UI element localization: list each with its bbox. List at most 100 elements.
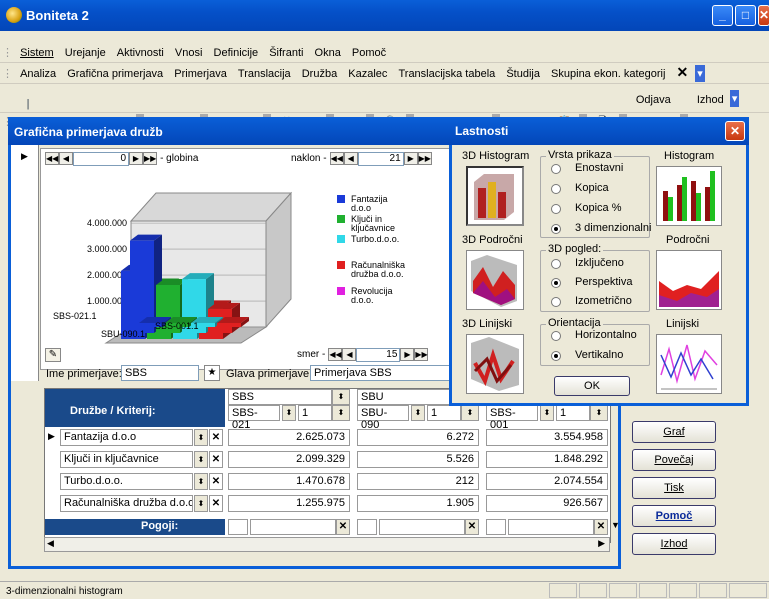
- menu-urejanje[interactable]: Urejanje: [61, 43, 110, 59]
- column-code-dropdown-icon[interactable]: ⬍: [540, 405, 554, 421]
- direction-first-button[interactable]: ◀◀: [328, 348, 343, 361]
- column-n-field[interactable]: 1: [427, 405, 461, 421]
- column-group-field[interactable]: SBS: [228, 389, 332, 405]
- company-name-cell[interactable]: Ključi in ključavnice: [60, 451, 193, 468]
- menu-sistem[interactable]: Sistem: [16, 43, 58, 59]
- column-n-field[interactable]: 1: [298, 405, 332, 421]
- izhod-button[interactable]: Izhod: [632, 533, 716, 555]
- company-name-cell[interactable]: Računalniška družba d.o.o.: [60, 495, 193, 512]
- condition-operator-field[interactable]: [228, 519, 248, 535]
- direction-next-button[interactable]: ▶: [400, 348, 415, 361]
- thumb-3d-histogram[interactable]: [466, 166, 524, 226]
- graf-button[interactable]: Graf: [632, 421, 716, 443]
- orientation-radio[interactable]: [551, 351, 561, 361]
- company-dropdown-icon[interactable]: ⬍: [194, 451, 208, 468]
- name-star-button[interactable]: ★: [204, 365, 220, 381]
- tilt-first-button[interactable]: ◀◀: [329, 152, 344, 165]
- company-dropdown-icon[interactable]: ⬍: [194, 495, 208, 512]
- head-input[interactable]: Primerjava SBS: [310, 365, 452, 381]
- quickbar-close-icon[interactable]: ✕: [672, 63, 692, 81]
- quick-druzba[interactable]: Družba: [298, 64, 341, 80]
- display-type-radio[interactable]: [551, 164, 561, 174]
- depth-first-button[interactable]: ◀◀: [45, 152, 59, 165]
- condition-value-field[interactable]: [379, 519, 465, 535]
- column-n-dropdown-icon[interactable]: ⬍: [461, 405, 479, 421]
- quickbar-overflow-icon[interactable]: ▾: [695, 65, 705, 82]
- thumb-line[interactable]: [656, 334, 722, 394]
- quick-kazalec[interactable]: Kazalec: [344, 64, 391, 80]
- thumb-3d-area[interactable]: [466, 250, 524, 310]
- quick-skupina[interactable]: Skupina ekon. kategorij: [547, 64, 669, 80]
- izhod-toolbar-button[interactable]: Izhod: [694, 90, 727, 110]
- menu-definicije[interactable]: Definicije: [210, 43, 263, 59]
- quick-analiza[interactable]: Analiza: [16, 64, 60, 80]
- odjava-button[interactable]: Odjava: [633, 90, 674, 110]
- condition-operator-field[interactable]: [486, 519, 506, 535]
- column-group-field[interactable]: SBU: [357, 389, 461, 405]
- toolbar-overflow-icon[interactable]: ▾: [729, 90, 740, 107]
- scroll-down-icon[interactable]: ▼: [611, 520, 620, 530]
- view-3d-radio[interactable]: [551, 278, 561, 288]
- thumb-3d-line[interactable]: [466, 334, 524, 394]
- menu-vnosi[interactable]: Vnosi: [171, 43, 207, 59]
- depth-prev-button[interactable]: ◀: [59, 152, 73, 165]
- tisk-button[interactable]: Tisk: [632, 477, 716, 499]
- column-code-field[interactable]: SBS-021: [228, 405, 280, 431]
- menu-aktivnosti[interactable]: Aktivnosti: [113, 43, 168, 59]
- menu-okna[interactable]: Okna: [311, 43, 345, 59]
- quick-graficna-primerjava[interactable]: Grafična primerjava: [63, 64, 167, 80]
- minimize-button[interactable]: _: [712, 5, 733, 26]
- condition-clear-icon[interactable]: ✕: [594, 519, 608, 535]
- column-code-field[interactable]: SBU-090: [357, 405, 409, 431]
- orientation-radio[interactable]: [551, 331, 561, 341]
- display-type-radio[interactable]: [551, 184, 561, 194]
- quick-primerjava[interactable]: Primerjava: [170, 64, 231, 80]
- menu-pomoc[interactable]: Pomoč: [348, 43, 390, 59]
- maximize-button[interactable]: □: [735, 5, 756, 26]
- company-remove-icon[interactable]: ✕: [209, 495, 223, 512]
- column-code-dropdown-icon[interactable]: ⬍: [282, 405, 296, 421]
- grid-hscrollbar[interactable]: ◀ ▶: [44, 537, 610, 552]
- condition-operator-field[interactable]: [357, 519, 377, 535]
- direction-last-button[interactable]: ▶▶: [414, 348, 429, 361]
- company-name-cell[interactable]: Fantazija d.o.o: [60, 429, 193, 446]
- quick-translacija[interactable]: Translacija: [234, 64, 295, 80]
- first-record-icon[interactable]: |◀: [19, 91, 37, 128]
- condition-value-field[interactable]: [250, 519, 336, 535]
- company-remove-icon[interactable]: ✕: [209, 429, 223, 446]
- dialog-close-button[interactable]: ✕: [725, 121, 745, 141]
- tilt-prev-button[interactable]: ◀: [343, 152, 358, 165]
- depth-input[interactable]: 0: [73, 152, 129, 166]
- display-type-radio[interactable]: [551, 224, 561, 234]
- company-dropdown-icon[interactable]: ⬍: [194, 429, 208, 446]
- tilt-input[interactable]: 21: [357, 152, 404, 166]
- povecaj-button[interactable]: Povečaj: [632, 449, 716, 471]
- thumb-area[interactable]: [656, 250, 722, 310]
- scroll-left-icon[interactable]: ◀: [47, 538, 54, 549]
- close-button[interactable]: ✕: [758, 5, 769, 26]
- condition-clear-icon[interactable]: ✕: [336, 519, 350, 535]
- ok-button[interactable]: OK: [554, 376, 630, 396]
- thumb-histogram[interactable]: [656, 166, 722, 226]
- depth-last-button[interactable]: ▶▶: [143, 152, 157, 165]
- direction-input[interactable]: 15: [356, 348, 401, 362]
- column-code-dropdown-icon[interactable]: ⬍: [411, 405, 425, 421]
- display-type-radio[interactable]: [551, 204, 561, 214]
- tilt-next-button[interactable]: ▶: [403, 152, 418, 165]
- quick-translacijska-tabela[interactable]: Translacijska tabela: [394, 64, 499, 80]
- depth-next-button[interactable]: ▶: [129, 152, 143, 165]
- edit-pencil-icon[interactable]: ✎: [45, 348, 61, 362]
- quick-studija[interactable]: Študija: [502, 64, 544, 80]
- column-n-dropdown-icon[interactable]: ⬍: [332, 405, 350, 421]
- view-3d-radio[interactable]: [551, 297, 561, 307]
- company-remove-icon[interactable]: ✕: [209, 473, 223, 490]
- company-name-cell[interactable]: Turbo.d.o.o.: [60, 473, 193, 490]
- view-3d-radio[interactable]: [551, 259, 561, 269]
- column-n-field[interactable]: 1: [556, 405, 590, 421]
- condition-clear-icon[interactable]: ✕: [465, 519, 479, 535]
- tilt-last-button[interactable]: ▶▶: [417, 152, 432, 165]
- column-n-dropdown-icon[interactable]: ⬍: [590, 405, 608, 421]
- scroll-right-icon[interactable]: ▶: [598, 538, 605, 549]
- name-input[interactable]: SBS: [121, 365, 199, 381]
- condition-value-field[interactable]: [508, 519, 594, 535]
